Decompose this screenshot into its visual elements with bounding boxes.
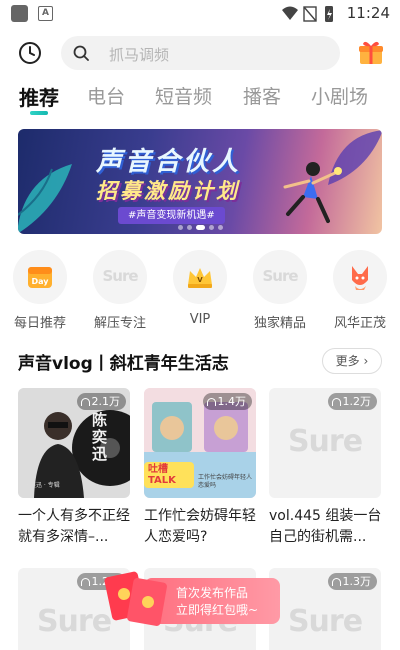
notification-a-icon: A xyxy=(38,6,53,21)
tab-podcast[interactable]: 播客 xyxy=(243,82,281,109)
fox-mascot-icon xyxy=(352,266,368,290)
quick-entry-label: 每日推荐 xyxy=(13,316,66,331)
cover-subtitle: 唐奕迅 · 专辑 xyxy=(24,482,60,489)
more-button[interactable]: 更多 › xyxy=(322,348,382,374)
play-count-badge: 2.1万 xyxy=(76,393,126,410)
quick-entry-daily[interactable]: Day 每日推荐 xyxy=(4,250,76,335)
banner-title-line2: 招募激励计划 xyxy=(96,179,240,203)
tab-short-audio[interactable]: 短音频 xyxy=(155,82,212,109)
quick-entry-youth[interactable]: 风华正茂 xyxy=(324,250,396,335)
quick-entry-label: 解压专注 xyxy=(93,316,146,331)
banner-tagline: #声音变现新机遇# xyxy=(118,207,225,224)
sure-logo-icon: Sure xyxy=(262,267,298,285)
tab-recommend[interactable]: 推荐 xyxy=(19,82,59,111)
top-bar: 抓马调频 xyxy=(0,32,400,74)
search-bar[interactable]: 抓马调频 xyxy=(61,36,340,70)
headphones-icon xyxy=(331,398,341,406)
tab-radio[interactable]: 电台 xyxy=(87,82,125,109)
sure-logo-icon: Sure xyxy=(287,424,363,459)
play-count-badge: 1.3万 xyxy=(327,573,377,590)
quick-entry-vip[interactable]: V VIP xyxy=(164,250,236,335)
quick-entry-label: 风华正茂 xyxy=(333,316,386,331)
promo-text-line1: 首次发布作品 xyxy=(176,586,249,600)
svg-text:V: V xyxy=(197,276,203,284)
pagination-dot xyxy=(209,225,214,230)
search-icon xyxy=(73,45,89,61)
quick-entry-relax[interactable]: Sure 解压专注 xyxy=(84,250,156,335)
headphones-icon xyxy=(80,578,90,586)
pagination-dot xyxy=(187,225,192,230)
wifi-icon xyxy=(282,6,298,20)
play-count-badge: 1.4万 xyxy=(202,393,252,410)
quick-entry-row: Day 每日推荐 Sure 解压专注 V VIP Sure 独家精品 风华正茂 xyxy=(0,250,400,335)
chevron-right-icon: › xyxy=(359,354,369,368)
tab-mini-theater[interactable]: 小剧场 xyxy=(311,82,368,109)
leaf-decoration-icon xyxy=(18,164,72,234)
status-time: 11:24 xyxy=(346,4,390,22)
status-bar: A 11:24 xyxy=(0,0,400,28)
album-cover: 陈奕迅 唐奕迅 · 专辑 2.1万 xyxy=(18,388,130,498)
category-tabs: 推荐 电台 短音频 播客 小剧场 xyxy=(0,80,400,120)
album-cover-placeholder: Sure 1.3万 xyxy=(269,568,381,650)
promo-text-line2: 立即得红包哦~ xyxy=(176,603,259,617)
vip-crown-icon: V xyxy=(188,268,212,288)
album-cover: 吐槽 TALK 工作忙会妨碍年轻人恋爱吗 1.4万 xyxy=(144,388,256,498)
banner-pagination xyxy=(178,225,223,231)
calendar-day-icon: Day xyxy=(28,267,52,288)
promo-banner[interactable]: 声音合伙人 招募激励计划 #声音变现新机遇# xyxy=(18,129,382,234)
play-count-badge: 1.2万 xyxy=(327,393,377,410)
system-status-icons xyxy=(282,6,333,22)
history-clock-icon[interactable] xyxy=(18,41,42,65)
quick-entry-exclusive[interactable]: Sure 独家精品 xyxy=(244,250,316,335)
red-packet-promo[interactable]: 首次发布作品 立即得红包哦~ xyxy=(104,568,284,632)
album-title: vol.445 组装一台自己的街机需... xyxy=(269,508,382,545)
album-title: 一个人有多不正经就有多深情–... xyxy=(18,508,130,545)
section-title: 声音vlog丨斜杠青年生活志 xyxy=(18,354,229,374)
headphones-icon xyxy=(331,578,341,586)
red-envelope-icon xyxy=(104,571,167,626)
search-placeholder: 抓马调频 xyxy=(109,46,170,64)
active-tab-indicator xyxy=(30,111,48,115)
headphones-icon xyxy=(206,398,216,406)
banner-title-line1: 声音合伙人 xyxy=(96,147,242,177)
headphones-icon xyxy=(80,398,90,406)
pagination-dot xyxy=(218,225,223,230)
sure-logo-icon: Sure xyxy=(287,604,363,639)
runner-illustration-icon xyxy=(283,162,342,223)
quick-entry-label: 独家精品 xyxy=(253,316,306,331)
sure-logo-icon: Sure xyxy=(102,267,138,285)
quick-entry-label: VIP xyxy=(189,312,211,327)
pagination-dot xyxy=(178,225,183,230)
pagination-dot-active xyxy=(196,225,205,230)
album-title: 工作忙会妨碍年轻人恋爱吗? xyxy=(144,508,256,545)
svg-text:Day: Day xyxy=(31,277,49,286)
cover-title: 陈奕迅 xyxy=(92,411,108,463)
cover-subtitle: 工作忙会妨碍年轻人恋爱吗 xyxy=(198,474,253,489)
notification-app-icon xyxy=(11,5,28,22)
gift-icon[interactable] xyxy=(357,38,385,66)
cover-title: 吐槽 TALK xyxy=(148,464,176,486)
album-cover-placeholder: Sure 1.2万 xyxy=(269,388,381,498)
more-label: 更多 xyxy=(335,354,360,368)
